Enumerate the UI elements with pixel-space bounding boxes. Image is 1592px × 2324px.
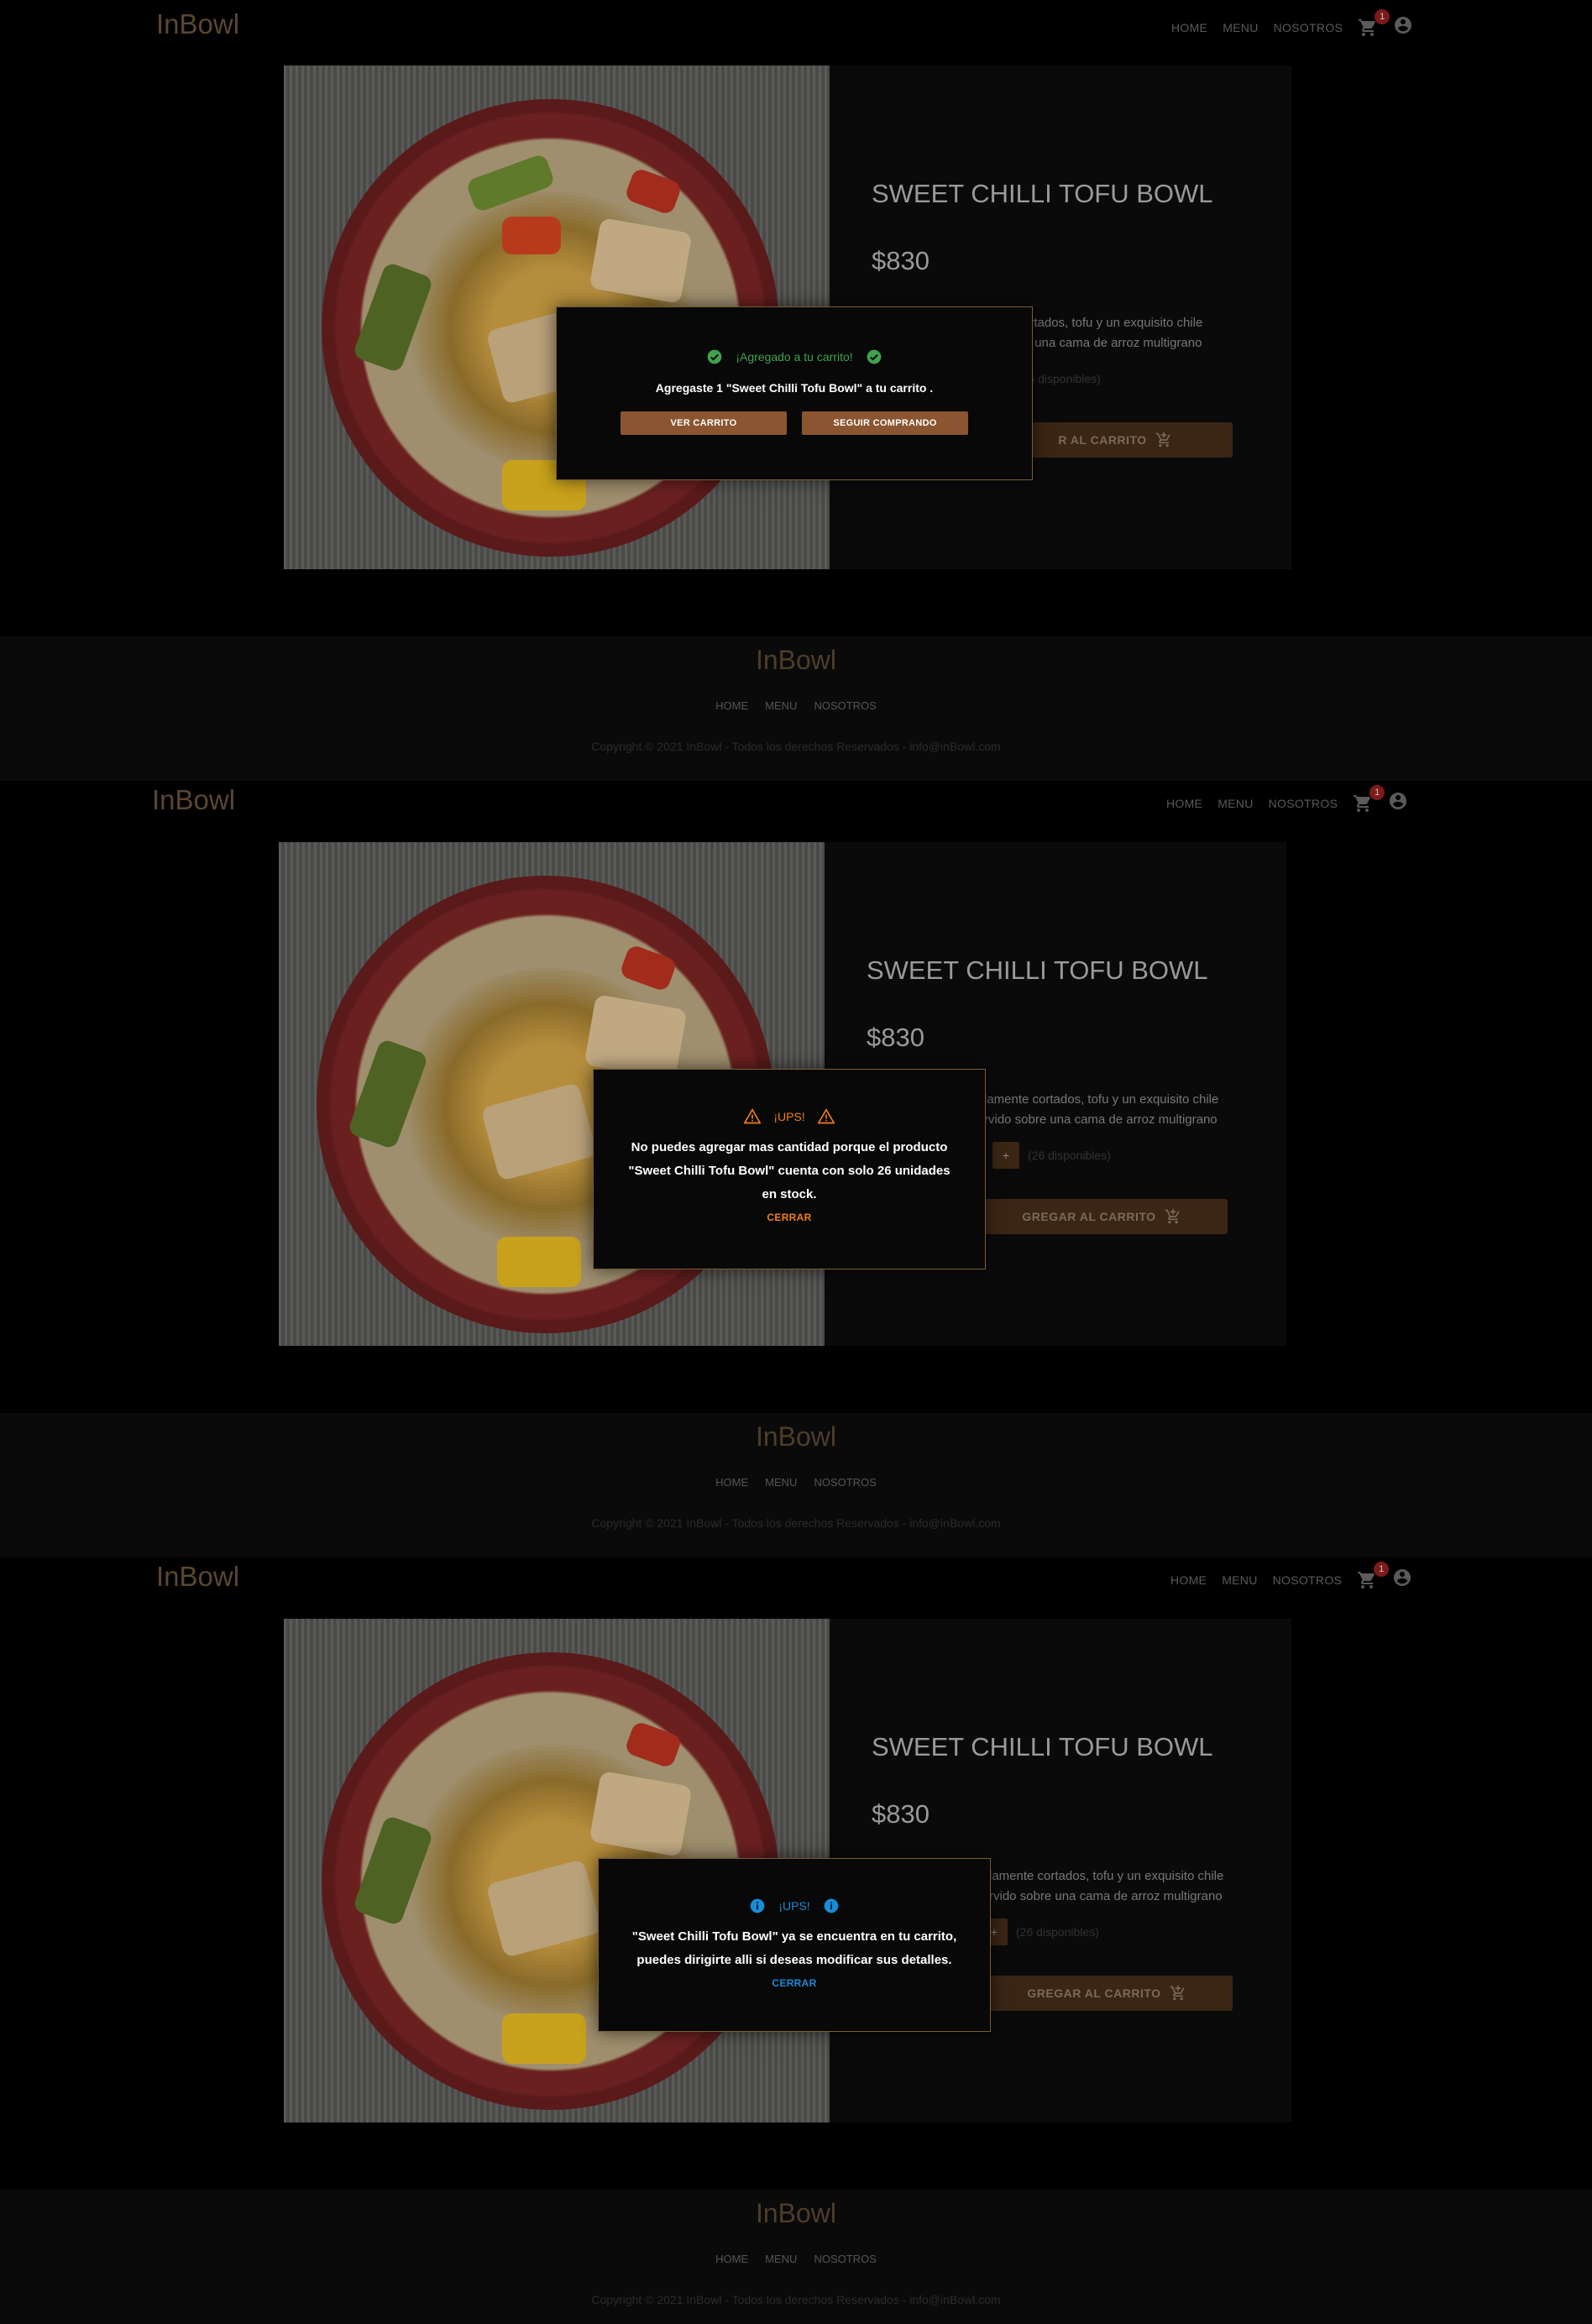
info-icon — [748, 1897, 767, 1915]
product-price: $830 — [872, 1799, 930, 1829]
footer: InBowl HOME MENU NOSOTROS Copyright © 20… — [0, 1413, 1592, 1557]
already-in-cart-modal: ¡UPS! "Sweet Chilli Tofu Bowl" ya se enc… — [598, 1858, 991, 2032]
product-description: lamente cortados, tofu y un exquisito ch… — [989, 1869, 1224, 1903]
modal-message: Agregaste 1 "Sweet Chilli Tofu Bowl" a t… — [655, 381, 934, 395]
brand-logo[interactable]: InBowl — [156, 1561, 239, 1593]
modal-message: "Sweet Chilli Tofu Bowl" ya se encuentra… — [631, 1929, 957, 1967]
warning-icon — [743, 1107, 762, 1126]
footer-nav-menu[interactable]: MENU — [765, 1476, 797, 1489]
product-price: $830 — [867, 1023, 924, 1052]
nav-nosotros[interactable]: NOSOTROS — [1273, 1573, 1343, 1587]
added-to-cart-modal: ¡Agregado a tu carrito! Agregaste 1 "Swe… — [556, 306, 1033, 480]
brand-logo[interactable]: InBowl — [156, 8, 239, 40]
footer-nav-home[interactable]: HOME — [715, 699, 748, 712]
product-description: e cortados, tofu y un exquisito chile ob… — [1006, 316, 1203, 350]
footer-nav: HOME MENU NOSOTROS — [0, 699, 1592, 712]
add-to-cart-button[interactable]: R AL CARRITO — [998, 422, 1233, 458]
copyright: Copyright © 2021 InBowl - Todos los dere… — [591, 740, 1001, 753]
product-title: SWEET CHILLI TOFU BOWL — [867, 955, 1208, 985]
info-icon — [822, 1897, 841, 1915]
footer-nav: HOME MENU NOSOTROS — [0, 1476, 1592, 1489]
nav-menu[interactable]: MENU — [1223, 21, 1258, 34]
view-cart-button[interactable]: VER CARRITO — [621, 411, 787, 435]
footer-nav-nosotros[interactable]: NOSOTROS — [814, 699, 876, 712]
nav-nosotros[interactable]: NOSOTROS — [1274, 21, 1343, 34]
screen-already-in-cart: InBowl HOME MENU NOSOTROS 1 SWEET CHILLI… — [0, 1557, 1592, 2324]
cart-icon[interactable]: 1 — [1353, 784, 1385, 814]
nav-menu[interactable]: MENU — [1222, 1573, 1257, 1587]
footer-nav-home[interactable]: HOME — [715, 1476, 748, 1489]
modal-title: ¡UPS! — [778, 1899, 810, 1913]
nav-home[interactable]: HOME — [1166, 797, 1202, 810]
footer-brand: InBowl — [755, 645, 837, 675]
add-to-cart-button[interactable]: GREGAR AL CARRITO — [976, 1199, 1228, 1234]
screen-added-to-cart: InBowl HOME MENU NOSOTROS 1 SWEET CHILLI… — [0, 0, 1592, 781]
footer-nav-menu[interactable]: MENU — [765, 699, 797, 712]
stock-warning-modal: ¡UPS! No puedes agregar mas cantidad por… — [593, 1069, 986, 1269]
quantity-stepper: 26 + (26 disponibles) — [967, 1142, 1111, 1169]
footer-brand: InBowl — [755, 2198, 837, 2228]
close-button[interactable]: CERRAR — [599, 1977, 990, 1989]
add-cart-icon — [1170, 1985, 1185, 2001]
product-title: SWEET CHILLI TOFU BOWL — [872, 1732, 1213, 1761]
available-stock: (26 disponibles) — [1016, 1925, 1099, 1939]
product-description: lamente cortados, tofu y un exquisito ch… — [984, 1092, 1219, 1127]
check-circle-icon — [705, 348, 724, 366]
footer-nav-nosotros[interactable]: NOSOTROS — [814, 2253, 876, 2265]
modal-message: No puedes agregar mas cantidad porque el… — [628, 1140, 950, 1201]
cart-badge: 1 — [1374, 1561, 1390, 1577]
check-circle-icon — [865, 348, 883, 366]
modal-title: ¡Agregado a tu carrito! — [736, 350, 853, 364]
cart-badge: 1 — [1369, 784, 1385, 800]
top-nav: HOME MENU NOSOTROS 1 — [1170, 1561, 1412, 1592]
add-to-cart-button[interactable]: GREGAR AL CARRITO — [981, 1976, 1233, 2011]
add-cart-icon — [1155, 432, 1170, 448]
footer-nav-menu[interactable]: MENU — [765, 2253, 797, 2265]
screen-stock-warning: InBowl HOME MENU NOSOTROS 1 SWEET CHILLI… — [0, 781, 1592, 1557]
nav-menu[interactable]: MENU — [1218, 797, 1253, 810]
close-button[interactable]: CERRAR — [594, 1212, 985, 1223]
footer: InBowl HOME MENU NOSOTROS Copyright © 20… — [0, 636, 1592, 781]
top-nav: HOME MENU NOSOTROS 1 — [1171, 8, 1413, 39]
product-title: SWEET CHILLI TOFU BOWL — [872, 179, 1213, 208]
nav-home[interactable]: HOME — [1171, 21, 1207, 34]
brand-logo[interactable]: InBowl — [152, 784, 235, 816]
footer-brand: InBowl — [755, 1421, 837, 1452]
nav-home[interactable]: HOME — [1170, 1573, 1207, 1587]
quantity-stepper: + (26 disponibles) — [981, 1918, 1099, 1945]
footer-nav-nosotros[interactable]: NOSOTROS — [814, 1476, 876, 1489]
cart-icon[interactable]: 1 — [1358, 8, 1390, 38]
footer-nav-home[interactable]: HOME — [715, 2253, 748, 2265]
cart-badge: 1 — [1375, 8, 1390, 24]
footer: InBowl HOME MENU NOSOTROS Copyright © 20… — [0, 2190, 1592, 2324]
footer-nav: HOME MENU NOSOTROS — [0, 2253, 1592, 2265]
available-stock: (26 disponibles) — [1028, 1149, 1111, 1162]
cart-icon[interactable]: 1 — [1357, 1561, 1390, 1590]
warning-icon — [817, 1107, 835, 1126]
user-icon[interactable] — [1392, 1568, 1412, 1592]
copyright: Copyright © 2021 InBowl - Todos los dere… — [591, 2293, 1001, 2306]
keep-shopping-button[interactable]: SEGUIR COMPRANDO — [802, 411, 968, 435]
user-icon[interactable] — [1388, 791, 1408, 815]
product-price: $830 — [872, 246, 930, 275]
user-icon[interactable] — [1393, 15, 1413, 39]
top-nav: HOME MENU NOSOTROS 1 — [1166, 784, 1408, 815]
modal-title: ¡UPS! — [773, 1110, 805, 1123]
plus-button[interactable]: + — [992, 1142, 1019, 1169]
nav-nosotros[interactable]: NOSOTROS — [1269, 797, 1338, 810]
add-cart-icon — [1165, 1208, 1180, 1224]
copyright: Copyright © 2021 InBowl - Todos los dere… — [591, 1516, 1001, 1530]
